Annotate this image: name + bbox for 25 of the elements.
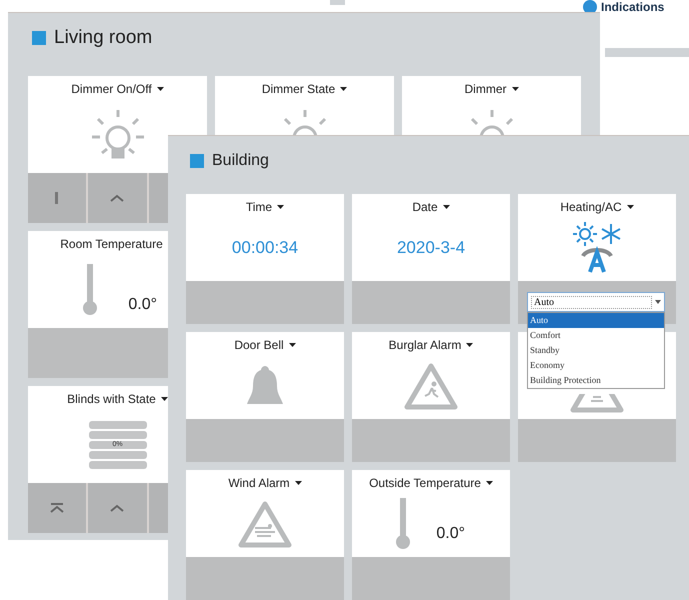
- tile-title: Burglar Alarm: [388, 338, 462, 352]
- temperature-value: 0.0°: [128, 296, 157, 314]
- tile-title: Dimmer On/Off: [71, 82, 152, 96]
- indications-label[interactable]: Indications: [601, 0, 664, 14]
- tile-title: Time: [246, 200, 272, 214]
- dropdown-option[interactable]: Comfort: [528, 328, 664, 343]
- panel-title: Living room: [54, 26, 152, 48]
- dropdown-option[interactable]: Standby: [528, 343, 664, 358]
- tile-title: Dimmer State: [262, 82, 336, 96]
- panel-title: Building: [212, 152, 269, 170]
- tile-title: Wind Alarm: [228, 476, 290, 490]
- tile-title: Blinds with State: [67, 392, 156, 406]
- reading-value: 2020-3-4: [396, 238, 466, 258]
- dropdown-option[interactable]: Economy: [528, 358, 664, 373]
- dropdown-option[interactable]: Auto: [528, 313, 664, 328]
- tile-title: Heating/AC: [560, 200, 622, 214]
- tile-title: Door Bell: [234, 338, 284, 352]
- tile-title: Date: [412, 200, 438, 214]
- mode-select[interactable]: Auto: [527, 292, 665, 312]
- temperature-value: 0.0°: [436, 525, 465, 543]
- reading-value: 00:00:34: [232, 238, 298, 258]
- tile-title: Outside Temperature: [369, 476, 481, 490]
- tile-title: Room Temperature: [60, 237, 163, 251]
- tile-title: Dimmer: [464, 82, 506, 96]
- dropdown-option[interactable]: Building Protection: [528, 373, 664, 388]
